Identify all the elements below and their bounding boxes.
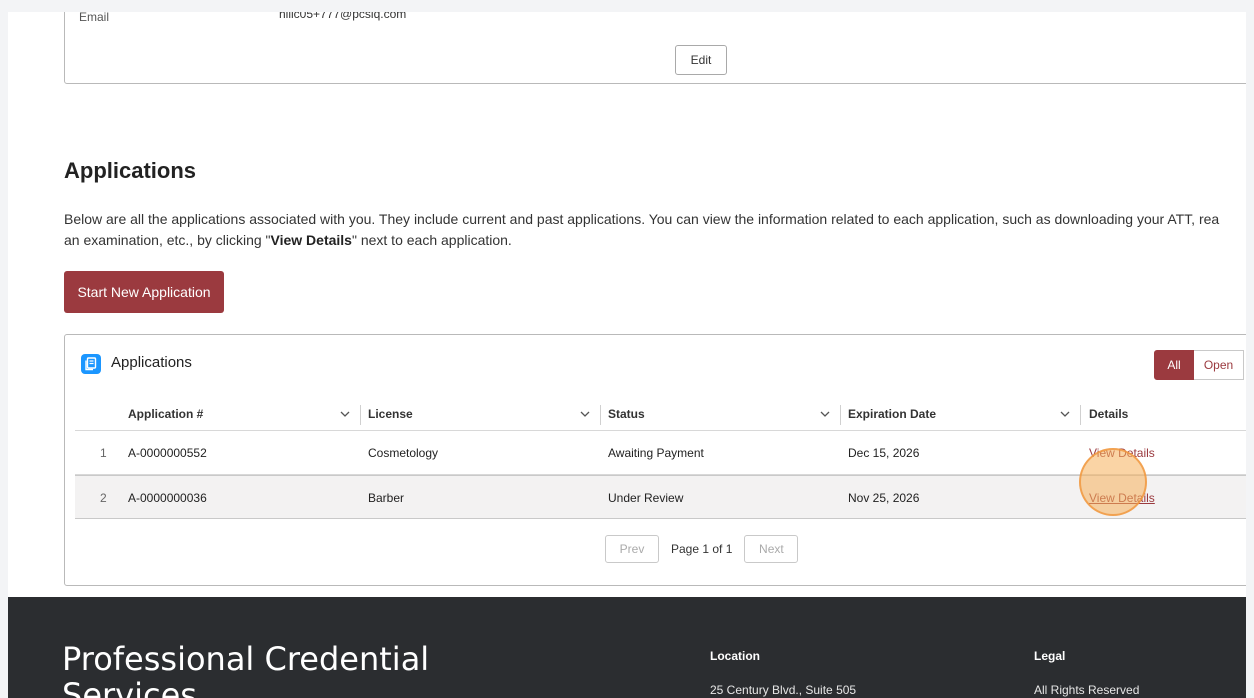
column-divider: [360, 405, 361, 425]
table-row: 2 A-0000000036 Barber Under Review Nov 2…: [75, 475, 1246, 519]
email-label: Email: [79, 12, 110, 24]
next-page-button[interactable]: Next: [744, 535, 799, 563]
page-indicator: Page 1 of 1: [671, 542, 733, 556]
chevron-down-icon[interactable]: [1059, 408, 1071, 420]
footer-location-text: 25 Century Blvd., Suite 505: [710, 683, 857, 697]
applications-description: Below are all the applications associate…: [64, 209, 1244, 251]
column-divider: [600, 405, 601, 425]
license-name: Cosmetology: [368, 446, 439, 460]
chevron-down-icon[interactable]: [579, 408, 591, 420]
application-number: A-0000000036: [128, 491, 207, 505]
row-number: 2: [100, 491, 107, 505]
column-divider: [1080, 405, 1081, 425]
footer: Professional Credential Services Locatio…: [8, 597, 1246, 698]
page-frame: Email hlllc05+777@pcsiq.com Edit Applica…: [8, 12, 1246, 698]
footer-brand: Professional Credential Services: [62, 641, 429, 698]
desc-bold: View Details: [270, 232, 352, 248]
footer-location-heading: Location: [710, 649, 760, 663]
footer-legal-heading: Legal: [1034, 649, 1066, 663]
start-new-application-button[interactable]: Start New Application: [64, 271, 224, 313]
row-number: 1: [100, 446, 107, 460]
filter-toggle: All Open: [1154, 350, 1244, 380]
profile-card: Email hlllc05+777@pcsiq.com Edit: [64, 12, 1246, 84]
applications-card: Applications All Open Application # Lice…: [64, 334, 1246, 586]
email-value: hlllc05+777@pcsiq.com: [279, 12, 407, 21]
column-header-expiration[interactable]: Expiration Date: [848, 397, 936, 431]
application-status: Under Review: [608, 491, 684, 505]
applications-table: Application # License Status Expiration …: [75, 397, 1246, 519]
brand-line1: Professional Credential: [62, 640, 430, 678]
desc-part3: " next to each application.: [351, 232, 512, 248]
column-header-application[interactable]: Application #: [128, 397, 203, 431]
table-header: Application # License Status Expiration …: [75, 397, 1246, 431]
pagination: Prev Page 1 of 1 Next: [605, 535, 799, 563]
applications-card-title: Applications: [111, 354, 192, 371]
prev-page-button[interactable]: Prev: [605, 535, 659, 563]
brand-line2: Services: [62, 676, 197, 698]
desc-part1: Below are all the applications associate…: [64, 211, 1220, 227]
document-icon: [81, 354, 101, 374]
column-header-license[interactable]: License: [368, 397, 413, 431]
applications-title: Applications: [64, 158, 197, 183]
edit-button[interactable]: Edit: [675, 45, 727, 75]
license-name: Barber: [368, 491, 405, 505]
expiration-date: Nov 25, 2026: [848, 491, 920, 505]
column-header-status[interactable]: Status: [608, 397, 645, 431]
desc-part2: an examination, etc., by clicking ": [64, 232, 271, 248]
application-number: A-0000000552: [128, 446, 207, 460]
click-highlight-indicator: [1079, 448, 1147, 516]
expiration-date: Dec 15, 2026: [848, 446, 920, 460]
application-status: Awaiting Payment: [608, 446, 704, 460]
filter-all-button[interactable]: All: [1154, 350, 1194, 380]
chevron-down-icon[interactable]: [339, 408, 351, 420]
column-divider: [840, 405, 841, 425]
table-row: 1 A-0000000552 Cosmetology Awaiting Paym…: [75, 431, 1246, 475]
footer-legal-text: All Rights Reserved: [1034, 683, 1140, 697]
filter-open-button[interactable]: Open: [1194, 350, 1244, 380]
column-header-details: Details: [1089, 407, 1129, 421]
chevron-down-icon[interactable]: [819, 408, 831, 420]
